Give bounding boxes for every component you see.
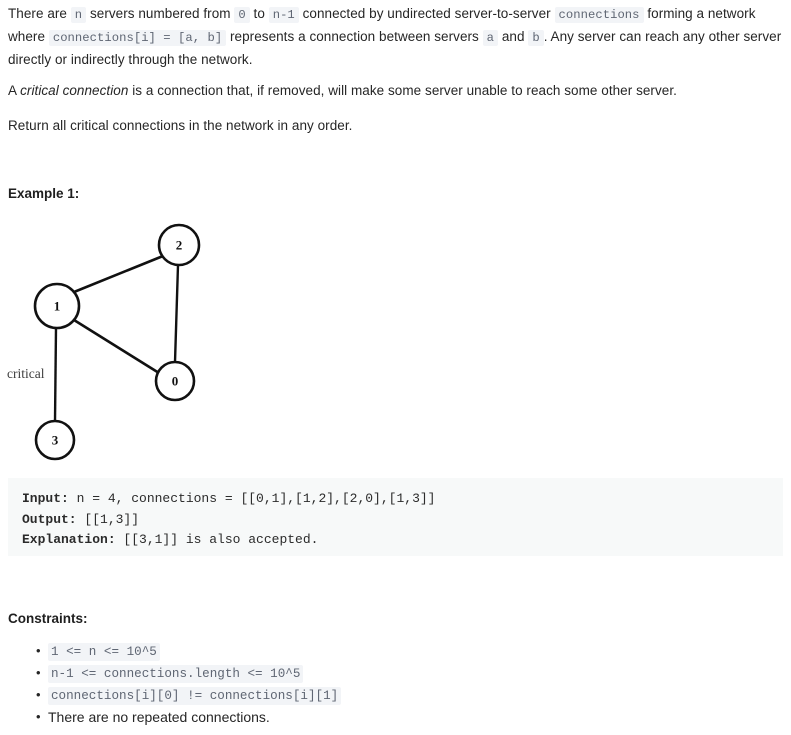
paragraph-text-4: to: [249, 6, 269, 21]
problem-paragraph-2: A critical connection is a connection th…: [8, 80, 783, 101]
example-io-text: Input: n = 4, connections = [[0,1],[1,2]…: [22, 489, 769, 551]
constraint-item: • 1 <= n <= 10^5: [8, 640, 708, 662]
input-label: Input:: [22, 491, 69, 506]
paragraph-2-prefix: A: [8, 83, 21, 98]
constraint-code-0: 1 <= n <= 10^5: [48, 643, 160, 661]
inline-code-13: b: [528, 30, 544, 46]
constraint-code-1: n-1 <= connections.length <= 10^5: [48, 665, 304, 683]
constraint-item: • connections[i][0] != connections[i][1]: [8, 684, 708, 706]
graph-svg: 2 1 0 3 critical: [7, 223, 201, 461]
paragraph-text-12: and: [498, 29, 529, 44]
output-value: [[1,3]]: [76, 511, 140, 527]
list-bullet-icon: •: [36, 687, 41, 702]
list-bullet-icon: •: [36, 665, 41, 680]
critical-edge-label: critical: [7, 366, 45, 381]
inline-code-1: n: [70, 7, 87, 23]
input-value: n = 4, connections = [[0,1],[1,2],[2,0],…: [68, 491, 436, 506]
example-graph-diagram: 2 1 0 3 critical: [0, 210, 260, 470]
constraints-list: • 1 <= n <= 10^5 • n-1 <= connections.lengt…: [8, 640, 708, 728]
output-label: Output:: [22, 511, 77, 527]
inline-code-9: connections[i] = [a, b]: [48, 30, 227, 46]
graph-node-3-label: 3: [52, 433, 59, 448]
paragraph-text-0: There are: [8, 6, 71, 21]
example-heading: Example 1:: [8, 186, 80, 201]
list-bullet-icon: •: [36, 709, 41, 724]
graph-node-1-label: 1: [54, 299, 61, 314]
edge-1-0: [73, 318, 160, 375]
constraint-text-3: There are no repeated connections.: [48, 709, 270, 725]
constraint-code-2: connections[i][0] != connections[i][1]: [48, 687, 342, 705]
list-bullet-icon: •: [36, 643, 41, 658]
paragraph-text-2: servers numbered from: [86, 6, 235, 21]
inline-code-11: a: [482, 30, 499, 46]
critical-connection-emphasis: critical connection: [20, 83, 129, 98]
inline-code-7: connections: [554, 7, 644, 23]
constraints-heading: Constraints:: [8, 611, 88, 626]
problem-paragraph-1: There are n servers numbered from 0 to n…: [8, 3, 783, 70]
graph-node-2-label: 2: [176, 238, 183, 253]
paragraph-2-suffix: is a connection that, if removed, will m…: [128, 83, 677, 98]
graph-edges: [53, 254, 180, 422]
explanation-label: Explanation:: [22, 532, 116, 547]
paragraph-text-10: represents a connection between servers: [226, 29, 483, 44]
graph-nodes: 2 1 0 3: [33, 223, 201, 461]
edge-1-3-critical: [53, 327, 58, 422]
problem-paragraph-3: Return all critical connections in the n…: [8, 118, 353, 133]
problem-description-page: There are n servers numbered from 0 to n…: [0, 0, 791, 735]
edge-2-0: [173, 264, 180, 363]
constraint-item: • n-1 <= connections.length <= 10^5: [8, 662, 708, 684]
explanation-value: [[3,1]] is also accepted.: [115, 532, 319, 547]
inline-code-5: n-1: [268, 7, 299, 23]
graph-node-0-label: 0: [172, 374, 179, 389]
paragraph-text-6: connected by undirected server-to-server: [298, 6, 555, 21]
example-io-codeblock: Input: n = 4, connections = [[0,1],[1,2]…: [8, 478, 783, 556]
inline-code-3: 0: [234, 7, 250, 23]
constraint-item: • There are no repeated connections.: [8, 706, 708, 728]
edge-1-2: [73, 254, 164, 294]
paragraph-1-rich-text: There are n servers numbered from 0 to n…: [8, 6, 781, 67]
